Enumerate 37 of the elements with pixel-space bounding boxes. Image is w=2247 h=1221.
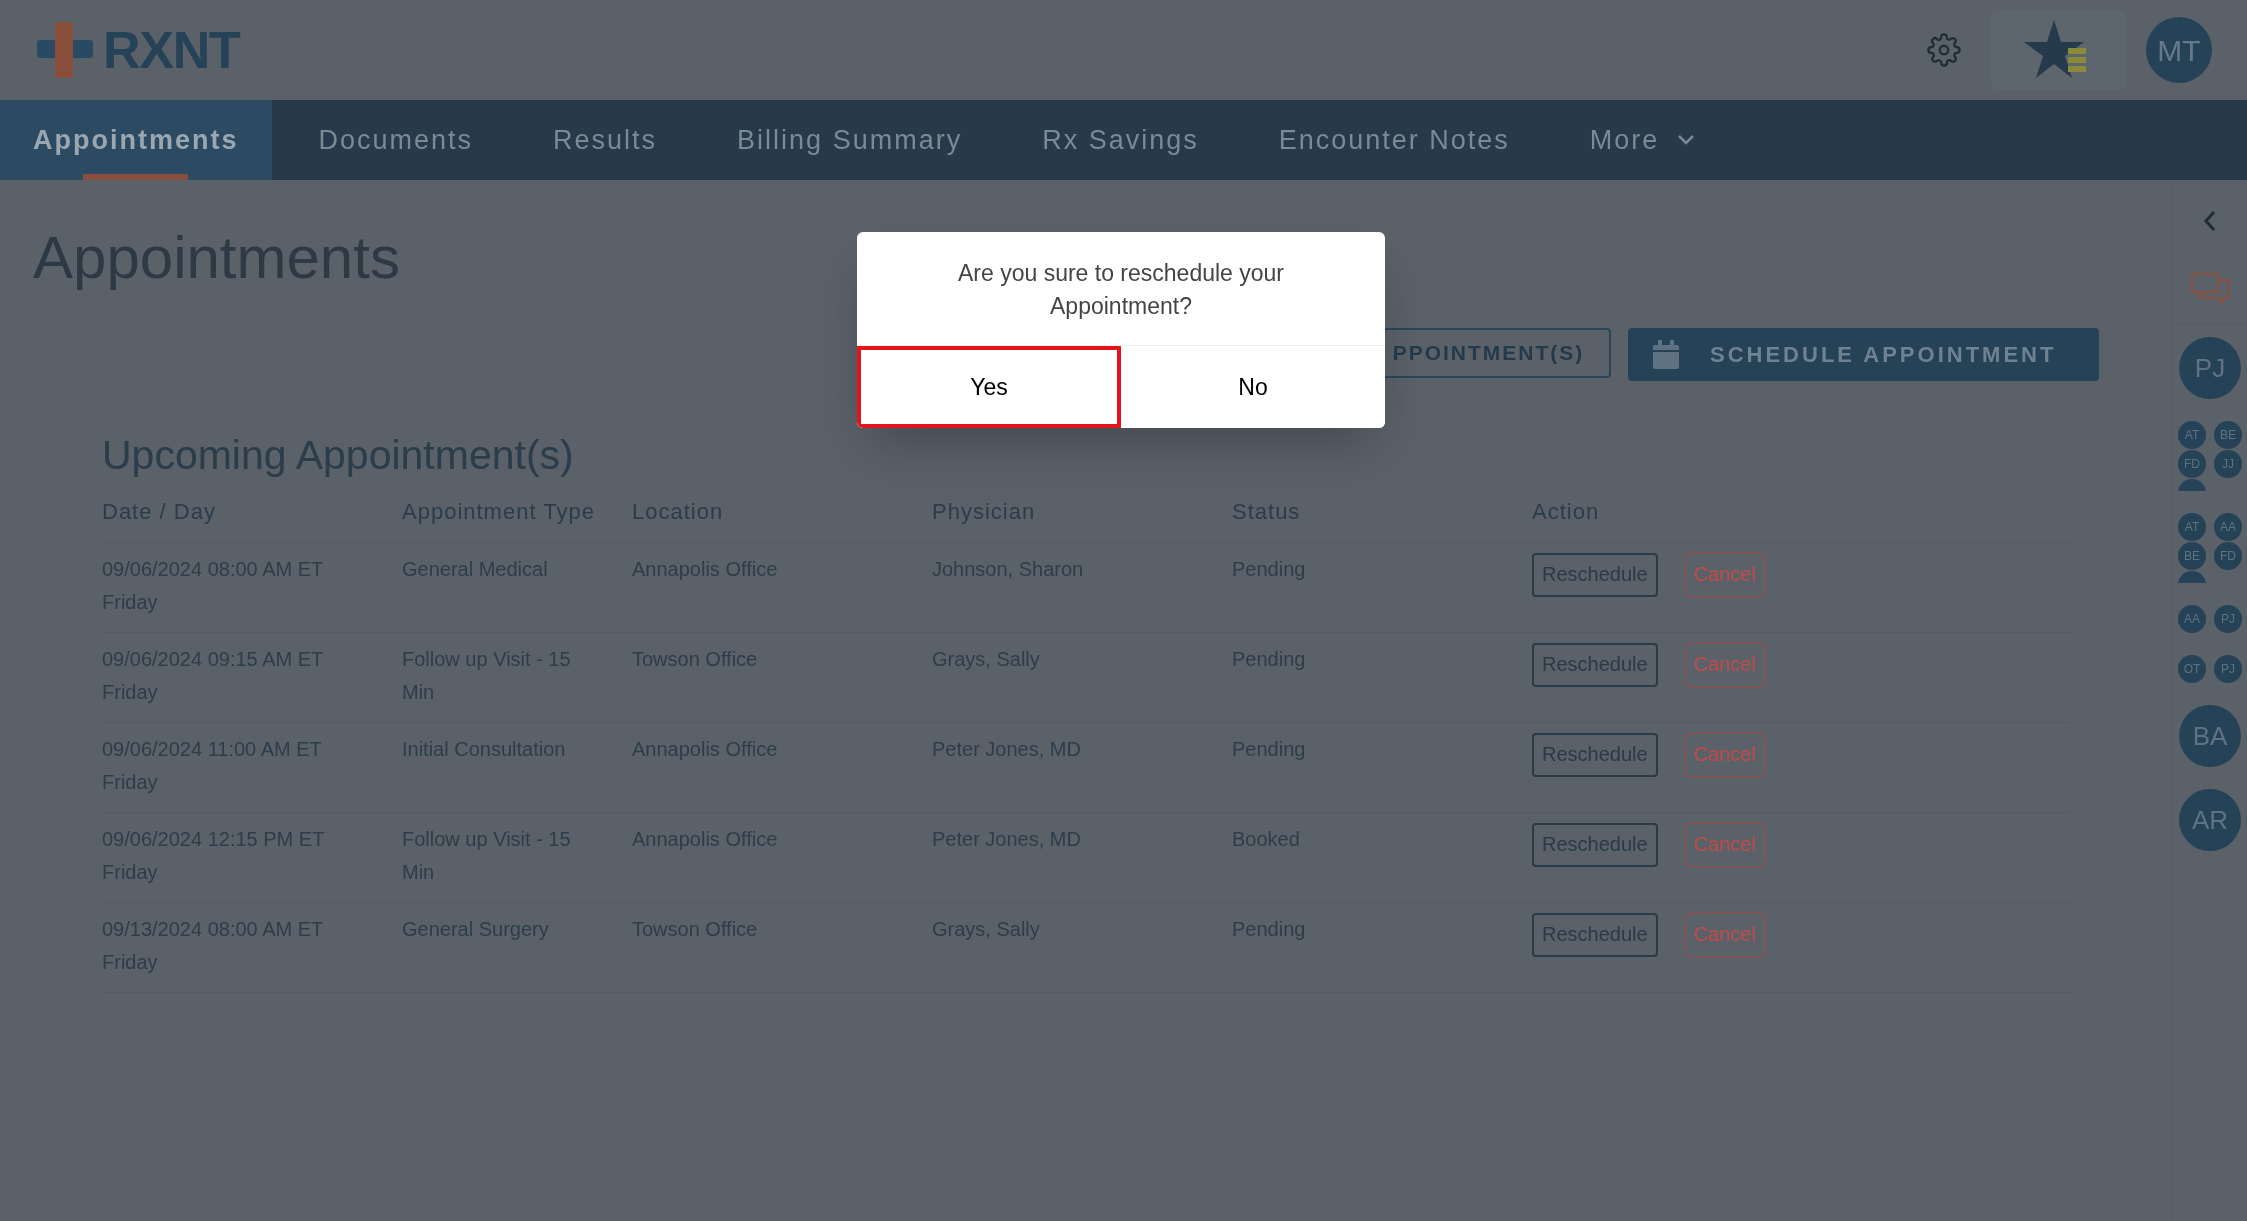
avatar[interactable]: BE — [2214, 421, 2242, 449]
avatar[interactable]: OT — [2178, 655, 2206, 683]
nav-tab[interactable]: Billing Summary — [704, 100, 996, 180]
cancel-button[interactable]: Cancel — [1684, 552, 1765, 597]
dialog-button[interactable]: Yes — [857, 346, 1121, 428]
nav-tab[interactable]: Results — [520, 100, 691, 180]
dialog-button[interactable]: No — [1121, 346, 1385, 428]
avatar[interactable]: PJ — [2214, 605, 2242, 633]
avatar[interactable]: PJ — [2179, 337, 2241, 399]
nav-tab[interactable]: Encounter Notes — [1245, 100, 1543, 180]
avatar[interactable]: FD — [2214, 542, 2242, 570]
cancel-button[interactable]: Cancel — [1684, 642, 1765, 687]
avatar[interactable]: AA — [2214, 513, 2242, 541]
nav-tab[interactable]: Documents — [285, 100, 507, 180]
nav-tab[interactable]: More — [1556, 100, 1729, 180]
user-avatar[interactable]: MT — [2146, 17, 2212, 83]
avatar[interactable]: BA — [2179, 705, 2241, 767]
avatar[interactable]: BE — [2178, 542, 2206, 570]
avatar[interactable]: AT — [2178, 421, 2206, 449]
dialog-message: Are you sure to reschedule your Appointment? — [957, 259, 1285, 321]
avatar[interactable]: AR — [2179, 789, 2241, 851]
avatar[interactable]: AT — [2178, 513, 2206, 541]
chevron-left-icon[interactable] — [2203, 210, 2217, 232]
settings-icon[interactable] — [1927, 33, 1961, 67]
schedule-button[interactable]: SCHEDULE APPOINTMENT — [1628, 328, 2099, 381]
cancel-button[interactable]: Cancel — [1684, 822, 1765, 867]
avatar[interactable]: PJ — [2214, 655, 2242, 683]
cancel-button[interactable]: Cancel — [1684, 912, 1765, 957]
nav-tab[interactable]: Rx Savings — [1009, 100, 1232, 180]
nav-tab[interactable]: Appointments — [0, 100, 272, 180]
avatar[interactable]: FD — [2178, 450, 2206, 478]
calendar-icon — [1652, 339, 1680, 370]
logo-icon — [35, 20, 95, 80]
cancel-button[interactable]: Cancel — [1684, 732, 1765, 777]
avatar[interactable]: JJ — [2214, 450, 2242, 478]
avatar[interactable]: AA — [2178, 605, 2206, 633]
star-badge[interactable] — [1991, 10, 2126, 90]
